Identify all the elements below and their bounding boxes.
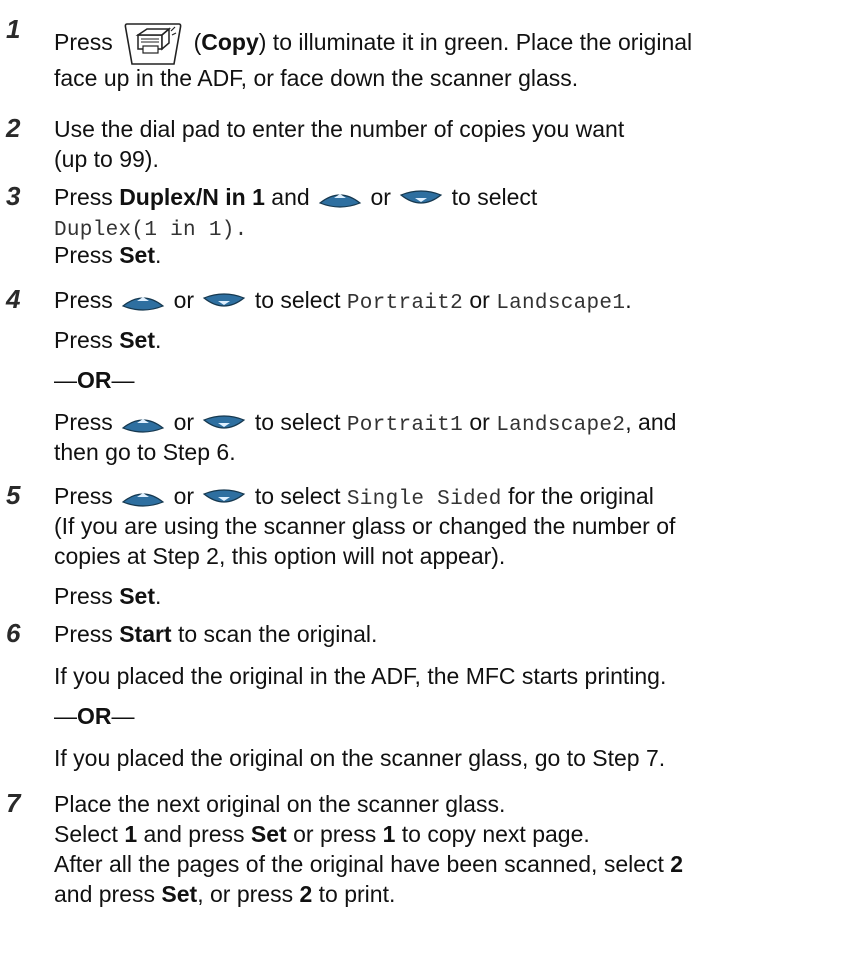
step-line: (If you are using the scanner glass or c… (54, 513, 676, 539)
up-arrow-icon (318, 194, 362, 208)
step-line: copies at Step 2, this option will not a… (54, 543, 506, 569)
step-line: Press Set. (54, 242, 162, 268)
copy-key-icon (124, 23, 182, 65)
or-separator: —OR— (54, 367, 135, 393)
step-line: Press or to select Portrait1 or Landscap… (54, 409, 677, 437)
up-arrow-icon (122, 297, 165, 311)
step-line: Press Start to scan the original. (54, 621, 378, 647)
step-number: 7 (6, 788, 21, 818)
step-number: 6 (6, 618, 21, 648)
step-line: then go to Step 6. (54, 439, 236, 465)
step-number: 3 (6, 181, 21, 211)
step-number: 5 (6, 480, 21, 510)
down-arrow-icon (203, 489, 246, 503)
step-line: Press or to select Portrait2 or Landscap… (54, 287, 632, 315)
step-line: Press Set. (54, 327, 162, 353)
step-line: Press Duplex/N in 1 and or to select (54, 184, 538, 210)
down-arrow-icon (203, 293, 246, 307)
up-arrow-icon (122, 419, 165, 433)
step-line: Press or to select Single Sided for the … (54, 483, 654, 511)
instruction-page: 1 Press (Copy) to illuminate it in green… (0, 0, 865, 976)
step-number: 4 (6, 284, 21, 314)
or-separator: —OR— (54, 703, 135, 729)
step-line: and press Set, or press 2 to print. (54, 881, 396, 907)
step-line: Press (Copy) to illuminate it in green. … (54, 22, 692, 66)
up-arrow-icon (122, 493, 165, 507)
step-line: (up to 99). (54, 146, 159, 172)
down-arrow-icon (203, 415, 246, 429)
step-number: 1 (6, 14, 21, 44)
step-line: Use the dial pad to enter the number of … (54, 116, 625, 142)
step-line: Press Set. (54, 583, 162, 609)
step-line: If you placed the original on the scanne… (54, 745, 666, 771)
step-line: If you placed the original in the ADF, t… (54, 663, 667, 689)
step-number: 2 (6, 113, 21, 143)
down-arrow-icon (400, 190, 443, 204)
step-line: After all the pages of the original have… (54, 851, 684, 877)
step-line: Select 1 and press Set or press 1 to cop… (54, 821, 590, 847)
step-line: Place the next original on the scanner g… (54, 791, 506, 817)
step-line: face up in the ADF, or face down the sca… (54, 65, 579, 91)
